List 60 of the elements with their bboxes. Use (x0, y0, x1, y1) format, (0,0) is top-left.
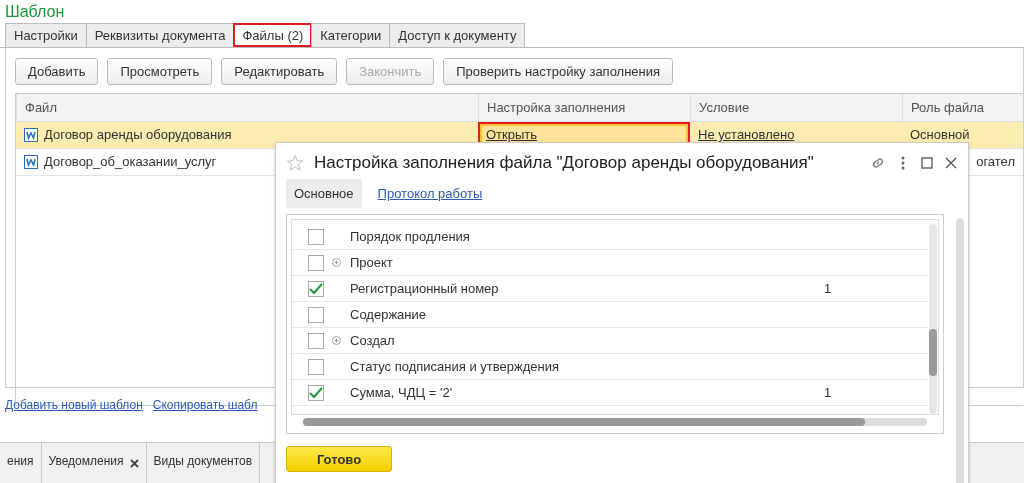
checkmark-icon (309, 282, 323, 295)
checkbox[interactable] (308, 280, 324, 297)
checkbox[interactable] (308, 228, 324, 245)
toolbar-button[interactable]: Редактировать (221, 58, 338, 85)
condition-link[interactable]: Не установлено (698, 128, 795, 142)
column-header[interactable]: Роль файла (902, 94, 1023, 122)
checkbox[interactable] (308, 332, 324, 349)
field-name: Порядок продления (349, 229, 471, 244)
tab[interactable]: Категории (311, 23, 391, 47)
open-link[interactable]: Открыть (486, 128, 538, 142)
tab[interactable]: Файлы (2) (233, 23, 313, 47)
scrollbar[interactable] (956, 218, 964, 483)
field-name: Содержание (349, 307, 427, 322)
field-name: Регистрационный номер (349, 281, 500, 296)
action-link[interactable]: Скопировать шабл (152, 398, 258, 412)
horizontal-scrollbar[interactable] (303, 418, 927, 426)
dialog-title: Настройка заполнения файла "Договор аренды оборудования" (314, 153, 815, 173)
column-header[interactable]: Условие (690, 94, 902, 122)
window-tab[interactable]: ения (0, 443, 42, 483)
field-name: Создал (349, 333, 396, 348)
checkbox[interactable] (308, 358, 324, 375)
checkbox[interactable] (308, 384, 324, 401)
field-order: 1 (824, 281, 832, 296)
window-tab[interactable]: Уведомления (41, 443, 147, 483)
scrollbar[interactable] (928, 224, 938, 414)
field-name: Проект (349, 255, 394, 270)
checkbox[interactable] (308, 306, 324, 323)
action-link[interactable]: Добавить новый шаблон (5, 398, 143, 412)
close-icon[interactable] (129, 458, 139, 468)
field-name: Сумма, ЧДЦ = '2' (349, 385, 454, 400)
tab[interactable]: Реквизиты документа (85, 23, 235, 47)
toolbar-button[interactable]: Просмотреть (107, 58, 213, 85)
column-header[interactable]: Настройка заполнения (478, 94, 690, 122)
star-icon[interactable] (286, 154, 304, 172)
dialog-tab[interactable]: Основное (286, 179, 362, 208)
file-name: Договор аренды оборудования (44, 128, 232, 142)
maximize-icon[interactable] (920, 156, 934, 170)
toolbar-button[interactable]: Добавить (15, 58, 99, 85)
field-name: Статус подписания и утверждения (349, 359, 560, 374)
form-title: Шаблон (4, 2, 66, 22)
done-button[interactable]: Готово (286, 446, 392, 472)
word-document-icon (24, 155, 38, 169)
toolbar-button[interactable]: Проверить настройку заполнения (443, 58, 674, 85)
window-tab-label: ения (7, 454, 34, 470)
expand-icon[interactable] (332, 258, 341, 267)
field-order: 1 (824, 385, 832, 400)
checkmark-icon (309, 386, 323, 399)
dialog-tab[interactable]: Протокол работы (369, 179, 491, 208)
tab[interactable]: Доступ к документу (389, 23, 526, 47)
expand-icon[interactable] (332, 336, 341, 345)
window-tab[interactable]: Виды документов (146, 443, 261, 483)
word-document-icon (24, 128, 38, 142)
tab[interactable]: Настройки (5, 23, 87, 47)
link-icon[interactable] (870, 155, 886, 171)
window-tab-label: Виды документов (153, 454, 253, 470)
close-icon[interactable] (944, 156, 958, 170)
checkbox[interactable] (308, 254, 324, 271)
window-tab-label: Уведомления (48, 454, 124, 470)
file-name: Договор_об_оказании_услуг (44, 155, 217, 169)
column-header[interactable]: Файл (16, 94, 478, 122)
